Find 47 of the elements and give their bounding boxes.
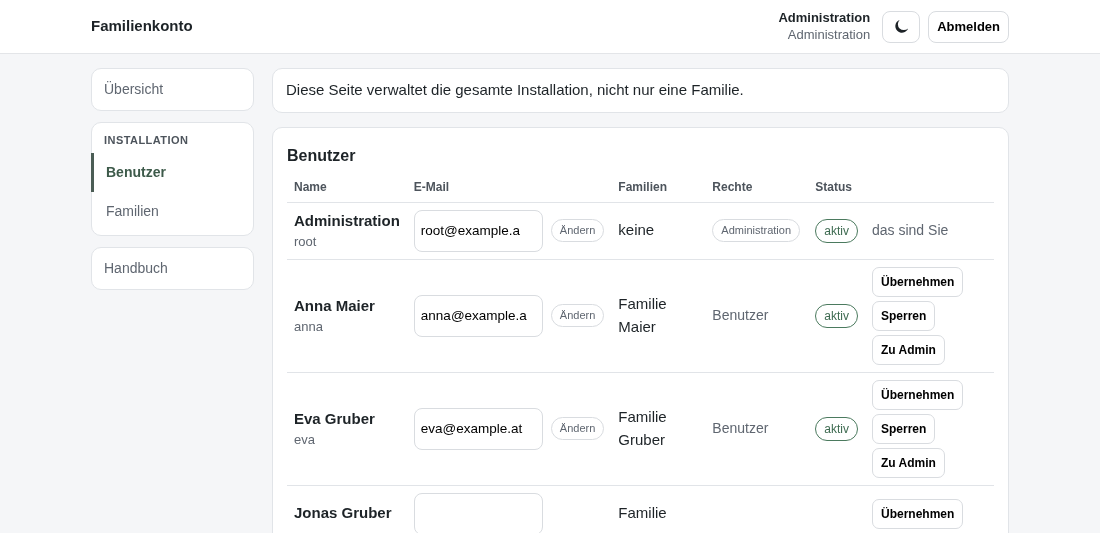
app-title: Familienkonto <box>91 16 193 37</box>
column-header: Name <box>294 179 327 194</box>
email-field[interactable]: eva@example.at <box>413 407 543 450</box>
family-name: Familie Maier <box>618 295 667 335</box>
logout-button[interactable]: Abmelden <box>928 10 1009 43</box>
sidebar-item[interactable]: Benutzer <box>91 152 253 192</box>
user-name: Eva Gruber <box>294 408 376 429</box>
column-header: Rechte <box>712 179 753 194</box>
user-name: Jonas Gruber <box>294 503 393 524</box>
user-login: anna <box>294 318 324 336</box>
role-tag: Administration <box>712 219 801 242</box>
change-button[interactable]: Ändern <box>550 219 605 242</box>
sidebar-item[interactable]: Familien <box>91 191 253 231</box>
user-name: Anna Maier <box>294 295 376 316</box>
user-login: eva <box>294 431 316 449</box>
family-name: keine <box>618 221 655 239</box>
family-name: Familie <box>618 504 667 522</box>
email-field[interactable] <box>413 492 543 533</box>
change-button[interactable]: Ändern <box>550 304 605 327</box>
action-button[interactable]: Sperren <box>872 300 936 331</box>
email-field[interactable]: anna@example.a <box>413 294 543 337</box>
change-button[interactable]: Ändern <box>550 417 605 440</box>
email-field[interactable]: root@example.a <box>413 209 543 252</box>
role-text: Benutzer <box>712 420 769 436</box>
role-text: Benutzer <box>712 307 769 323</box>
column-header: Status <box>815 179 852 194</box>
action-button[interactable]: Zu Admin <box>872 334 945 365</box>
section-heading: INSTALLATION <box>103 133 190 148</box>
user-login: root <box>294 233 318 251</box>
sidebar-link[interactable]: Handbuch <box>92 247 253 289</box>
action-button[interactable]: Zu Admin <box>872 447 945 478</box>
theme-toggle-button[interactable] <box>882 10 921 43</box>
user-name: Administration <box>294 210 400 231</box>
moon-icon <box>893 19 909 34</box>
note-text: das sind Sie <box>872 222 949 238</box>
user-role: Administration <box>786 26 871 44</box>
user-name: Administration <box>778 9 871 27</box>
notice-text: Diese Seite verwaltet die gesamte Installation, nicht nur eine Familie. <box>286 80 745 100</box>
section-title: Benutzer <box>287 145 357 166</box>
column-header: Familien <box>618 179 667 194</box>
action-button[interactable]: Übernehmen <box>872 379 964 410</box>
family-name: Familie Gruber <box>618 408 667 448</box>
action-button[interactable]: Sperren <box>872 413 936 444</box>
sidebar-link[interactable]: Übersicht <box>92 69 253 110</box>
action-button[interactable]: Übernehmen <box>872 266 964 297</box>
action-button[interactable]: Übernehmen <box>872 498 964 529</box>
column-header: E-Mail <box>413 179 450 194</box>
